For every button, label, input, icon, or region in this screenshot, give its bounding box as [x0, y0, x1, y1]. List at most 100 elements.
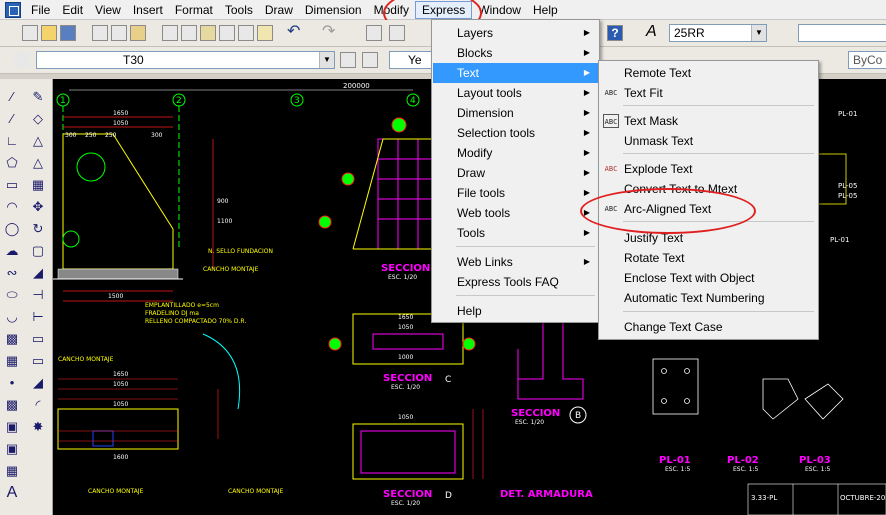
region-icon[interactable]: ▣ [4, 441, 20, 457]
menu-edit[interactable]: Edit [56, 1, 89, 19]
circle-icon[interactable]: ◯ [4, 221, 20, 237]
text-item-text-mask[interactable]: ABC Text Mask [600, 111, 817, 131]
join-icon[interactable]: ▭ [30, 353, 46, 369]
table-icon[interactable]: ▦ [4, 463, 20, 479]
break-icon[interactable]: ▭ [30, 331, 46, 347]
trim-icon[interactable]: ⊣ [30, 287, 46, 303]
dimension-style-icon[interactable] [776, 25, 792, 41]
express-item-faq[interactable]: Express Tools FAQ [433, 272, 598, 292]
polyline-icon[interactable]: ∟ [4, 133, 20, 149]
text-item-auto-numbering[interactable]: Automatic Text Numbering [600, 288, 817, 308]
match-properties-icon[interactable] [219, 25, 235, 41]
make-block-icon[interactable]: ▦ [4, 353, 20, 369]
hatch-icon[interactable]: ▩ [4, 397, 20, 413]
paste-icon[interactable] [200, 25, 216, 41]
print-icon[interactable] [92, 25, 108, 41]
express-item-help[interactable]: Help [433, 301, 598, 321]
polygon-icon[interactable]: ⬠ [4, 155, 20, 171]
explode-icon[interactable]: ✸ [30, 419, 46, 435]
chamfer-icon[interactable]: ◢ [30, 375, 46, 391]
menu-draw[interactable]: Draw [259, 1, 299, 19]
layer-previous-icon[interactable] [362, 52, 378, 68]
open-file-icon[interactable] [41, 25, 57, 41]
cut-icon[interactable] [162, 25, 178, 41]
ellipse-icon[interactable]: ⬭ [4, 287, 20, 303]
express-item-dimension[interactable]: Dimension ▶ [433, 103, 598, 123]
express-item-text[interactable]: Text ▶ [433, 63, 598, 83]
help-icon[interactable]: ? [607, 25, 623, 41]
layer-states-icon[interactable] [340, 52, 356, 68]
pencil-icon[interactable] [257, 25, 273, 41]
menu-view[interactable]: View [89, 1, 127, 19]
construction-line-icon[interactable]: ∕ [4, 111, 20, 127]
line-icon[interactable]: ∕ [4, 89, 20, 105]
text-item-text-fit[interactable]: ABC Text Fit [600, 83, 817, 103]
text-style-combo[interactable]: 25RR ▼ [669, 24, 767, 42]
rectangle-icon[interactable]: ▭ [4, 177, 20, 193]
express-item-draw[interactable]: Draw ▶ [433, 163, 598, 183]
express-item-tools[interactable]: Tools ▶ [433, 223, 598, 243]
express-item-web-tools[interactable]: Web tools ▶ [433, 203, 598, 223]
erase-icon[interactable]: ✎ [30, 89, 46, 105]
block-editor-icon[interactable] [238, 25, 254, 41]
arc-icon[interactable]: ◠ [4, 199, 20, 215]
express-item-selection-tools[interactable]: Selection tools ▶ [433, 123, 598, 143]
new-file-icon[interactable] [22, 25, 38, 41]
express-item-file-tools[interactable]: File tools ▶ [433, 183, 598, 203]
redo-icon[interactable]: ↷ [322, 24, 338, 41]
menu-help[interactable]: Help [527, 1, 564, 19]
copy-icon[interactable] [181, 25, 197, 41]
menu-format[interactable]: Format [169, 1, 219, 19]
express-item-modify[interactable]: Modify ▶ [433, 143, 598, 163]
fillet-icon[interactable]: ◜ [30, 397, 46, 413]
text-item-remote-text[interactable]: Remote Text [600, 63, 817, 83]
color-combo[interactable]: Ye [389, 51, 433, 69]
submenu-arrow-icon: ▶ [583, 88, 590, 97]
move-icon[interactable]: ✥ [30, 199, 46, 215]
pl-code: 3.33-PL [751, 494, 777, 502]
layer-manager-icon[interactable] [14, 52, 30, 68]
text-item-explode-text[interactable]: ABC Explode Text [600, 159, 817, 179]
scale-icon[interactable]: ▢ [30, 243, 46, 259]
express-item-blocks[interactable]: Blocks ▶ [433, 43, 598, 63]
print-preview-icon[interactable] [111, 25, 127, 41]
extend-icon[interactable]: ⊢ [30, 309, 46, 325]
text-item-unmask-text[interactable]: Unmask Text [600, 131, 817, 151]
zoom-icon[interactable] [389, 25, 405, 41]
chevron-down-icon[interactable]: ▼ [319, 52, 334, 68]
offset-icon[interactable]: △ [30, 155, 46, 171]
stretch-icon[interactable]: ◢ [30, 265, 46, 281]
text-item-rotate[interactable]: Rotate Text [600, 248, 817, 268]
gradient-icon[interactable]: ▣ [4, 419, 20, 435]
spline-icon[interactable]: ∾ [4, 265, 20, 281]
layer-combo[interactable]: T30 ▼ [36, 51, 335, 69]
menu-insert[interactable]: Insert [127, 1, 169, 19]
text-style-icon[interactable]: A [646, 24, 662, 41]
insert-block-icon[interactable]: ▩ [4, 331, 20, 347]
chevron-down-icon[interactable]: ▼ [751, 25, 766, 41]
copy-object-icon[interactable]: ◇ [30, 111, 46, 127]
multiline-text-icon[interactable]: A [4, 485, 20, 501]
menu-tools[interactable]: Tools [219, 1, 259, 19]
pan-icon[interactable] [366, 25, 382, 41]
dimension-style-combo[interactable] [798, 24, 886, 42]
array-icon[interactable]: ▦ [30, 177, 46, 193]
autocad-app-icon[interactable] [5, 1, 21, 18]
express-item-web-links[interactable]: Web Links ▶ [433, 252, 598, 272]
rotate-icon[interactable]: ↻ [30, 221, 46, 237]
publish-icon[interactable] [130, 25, 146, 41]
revision-cloud-icon[interactable]: ☁ [4, 243, 20, 259]
linetype-combo[interactable]: ByCo [848, 51, 886, 69]
point-icon[interactable]: • [4, 375, 20, 391]
text-item-change-case[interactable]: Change Text Case [600, 317, 817, 337]
save-icon[interactable] [60, 25, 76, 41]
menu-dimension[interactable]: Dimension [299, 1, 368, 19]
menu-file[interactable]: File [25, 1, 56, 19]
express-item-layers[interactable]: Layers ▶ [433, 23, 598, 43]
mirror-icon[interactable]: △ [30, 133, 46, 149]
ellipse-arc-icon[interactable]: ◡ [4, 309, 20, 325]
undo-icon[interactable]: ↶ [287, 24, 303, 41]
text-item-enclose[interactable]: Enclose Text with Object [600, 268, 817, 288]
express-item-layout-tools[interactable]: Layout tools ▶ [433, 83, 598, 103]
grid-label-1: 1 [60, 96, 66, 106]
